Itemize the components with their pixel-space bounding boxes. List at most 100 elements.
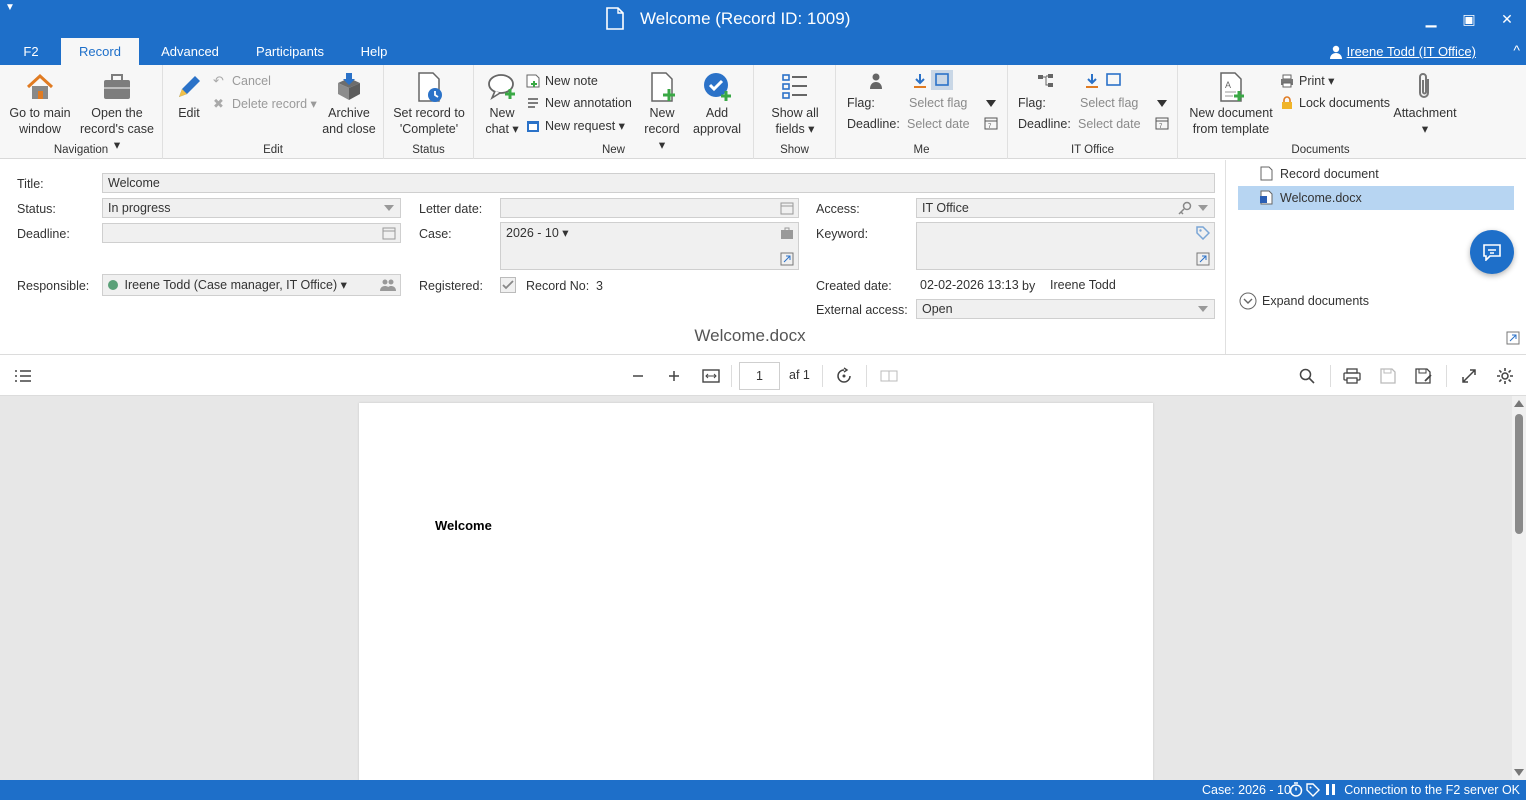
lock-documents-button[interactable]: Lock documents [1280, 96, 1390, 110]
stopwatch-icon[interactable] [1289, 782, 1303, 797]
settings-button[interactable] [1494, 365, 1516, 387]
it-select-flag[interactable]: Select flag [1080, 96, 1138, 110]
two-page-button[interactable] [878, 365, 900, 387]
book-icon [880, 370, 898, 382]
add-approval-label-1: Add [705, 106, 729, 120]
tag-icon[interactable] [1306, 782, 1320, 797]
case-label: Case: [419, 227, 452, 241]
rotate-icon [837, 367, 851, 383]
edit-button[interactable]: Edit [169, 71, 209, 121]
open-link-icon[interactable] [1196, 252, 1210, 266]
zoom-in-button[interactable] [663, 365, 685, 387]
case-field[interactable]: 2026 - 10 ▾ [500, 222, 799, 270]
keyword-field[interactable] [916, 222, 1215, 270]
minimize-button[interactable]: ▁ [1412, 0, 1450, 38]
zoom-out-button[interactable] [627, 365, 649, 387]
archive-and-close-button[interactable]: Archive and close [321, 71, 377, 137]
show-all-fields-button[interactable]: Show all fields ▾ [762, 71, 828, 137]
deadline-field[interactable] [102, 223, 401, 243]
lock-icon [1282, 96, 1292, 109]
maximize-button[interactable]: ▣ [1450, 0, 1488, 38]
letter-date-field[interactable] [500, 198, 799, 218]
status-select[interactable]: In progress [102, 198, 401, 218]
status-value: In progress [108, 201, 171, 215]
fullscreen-button[interactable] [1458, 365, 1480, 387]
expand-documents-button[interactable]: Expand documents [1239, 292, 1369, 310]
delete-record-button[interactable]: ✖ Delete record ▾ [213, 96, 317, 111]
collapse-ribbon-icon[interactable]: ^ [1513, 42, 1520, 58]
go-main-label-1: Go to main [9, 106, 71, 120]
attachment-button[interactable]: Attachment ▾ [1390, 71, 1460, 137]
calendar-icon[interactable] [780, 201, 794, 215]
scroll-thumb[interactable] [1515, 414, 1523, 534]
fit-width-button[interactable] [700, 365, 722, 387]
me-select-flag[interactable]: Select flag [909, 96, 967, 110]
note-icon [526, 74, 540, 88]
calendar-icon[interactable]: 7 [984, 116, 998, 130]
tab-advanced[interactable]: Advanced [152, 38, 228, 65]
print-button[interactable]: Print ▾ [1280, 73, 1334, 88]
it-select-date[interactable]: Select date [1078, 117, 1141, 131]
new-note-button[interactable]: New note [526, 74, 598, 88]
it-flag-dropdown[interactable] [1157, 100, 1167, 107]
print-document-button[interactable] [1341, 365, 1363, 387]
outline-button[interactable] [12, 365, 34, 387]
vertical-scrollbar[interactable] [1512, 396, 1526, 780]
me-select-date[interactable]: Select date [907, 117, 970, 131]
title-field[interactable]: Welcome [102, 173, 1215, 193]
go-to-main-window-button[interactable]: Go to main window [4, 71, 76, 137]
add-approval-button[interactable]: Add approval [688, 71, 746, 137]
save-button[interactable] [1377, 365, 1399, 387]
tab-help[interactable]: Help [352, 38, 396, 65]
scroll-down-icon[interactable] [1514, 769, 1524, 776]
new-document-from-template-button[interactable]: A New document from template [1184, 71, 1278, 137]
chat-assistant-button[interactable] [1470, 230, 1514, 274]
calendar-icon[interactable]: 7 [1155, 116, 1169, 130]
search-icon [1299, 368, 1315, 384]
ribbon-group-documents: A New document from template Print ▾ Loc… [1178, 65, 1463, 159]
tab-participants[interactable]: Participants [247, 38, 333, 65]
user-link[interactable]: Ireene Todd (IT Office) [1329, 44, 1476, 59]
created-date-label: Created date: [816, 279, 892, 293]
me-flag-dropdown[interactable] [986, 100, 996, 107]
open-case-button[interactable]: Open the record's case ▾ [76, 71, 158, 153]
user-name: Ireene Todd (IT Office) [1346, 44, 1476, 59]
tab-f2[interactable]: F2 [13, 38, 49, 65]
tag-icon[interactable] [1196, 226, 1210, 240]
search-button[interactable] [1296, 365, 1318, 387]
close-button[interactable]: ✕ [1488, 0, 1526, 38]
external-access-select[interactable]: Open [916, 299, 1215, 319]
ribbon-group-status: Set record to 'Complete' Status [384, 65, 474, 159]
viewer-toolbar: 1 af 1 [0, 354, 1526, 396]
document-item-welcome[interactable]: Welcome.docx [1238, 186, 1514, 210]
popout-icon[interactable] [1506, 331, 1520, 345]
page-number-input[interactable]: 1 [739, 362, 780, 390]
set-complete-button[interactable]: Set record to 'Complete' [388, 71, 470, 137]
system-menu-icon[interactable]: ▼ [5, 2, 15, 13]
save-as-button[interactable] [1413, 365, 1435, 387]
tab-record[interactable]: Record [61, 38, 139, 65]
document-viewer[interactable]: Welcome [0, 396, 1512, 780]
chevron-down-icon [384, 205, 394, 211]
access-select[interactable]: IT Office [916, 198, 1215, 218]
lock-label: Lock documents [1299, 96, 1391, 110]
new-record-button[interactable]: New record ▾ [640, 71, 684, 153]
open-link-icon[interactable] [780, 252, 794, 266]
cancel-button[interactable]: ↶ Cancel [213, 74, 271, 89]
new-annotation-label: New annotation [545, 96, 632, 110]
new-request-button[interactable]: New request ▾ [526, 118, 625, 133]
scroll-up-icon[interactable] [1514, 400, 1524, 407]
briefcase-icon[interactable] [780, 227, 794, 240]
calendar-icon[interactable] [382, 226, 396, 240]
document-item-record[interactable]: Record document [1238, 162, 1514, 186]
registered-checkbox[interactable] [500, 277, 516, 293]
rotate-button[interactable] [833, 365, 855, 387]
responsible-field[interactable]: Ireene Todd (Case manager, IT Office) ▾ [102, 274, 401, 296]
new-chat-button[interactable]: New chat ▾ [482, 71, 522, 137]
users-icon[interactable] [380, 278, 396, 292]
key-icon[interactable] [1178, 201, 1192, 215]
document-item-label: Record document [1280, 167, 1379, 181]
case-value: 2026 - 10 ▾ [506, 226, 569, 240]
new-annotation-button[interactable]: New annotation [526, 96, 632, 110]
pause-icon[interactable] [1325, 782, 1337, 797]
